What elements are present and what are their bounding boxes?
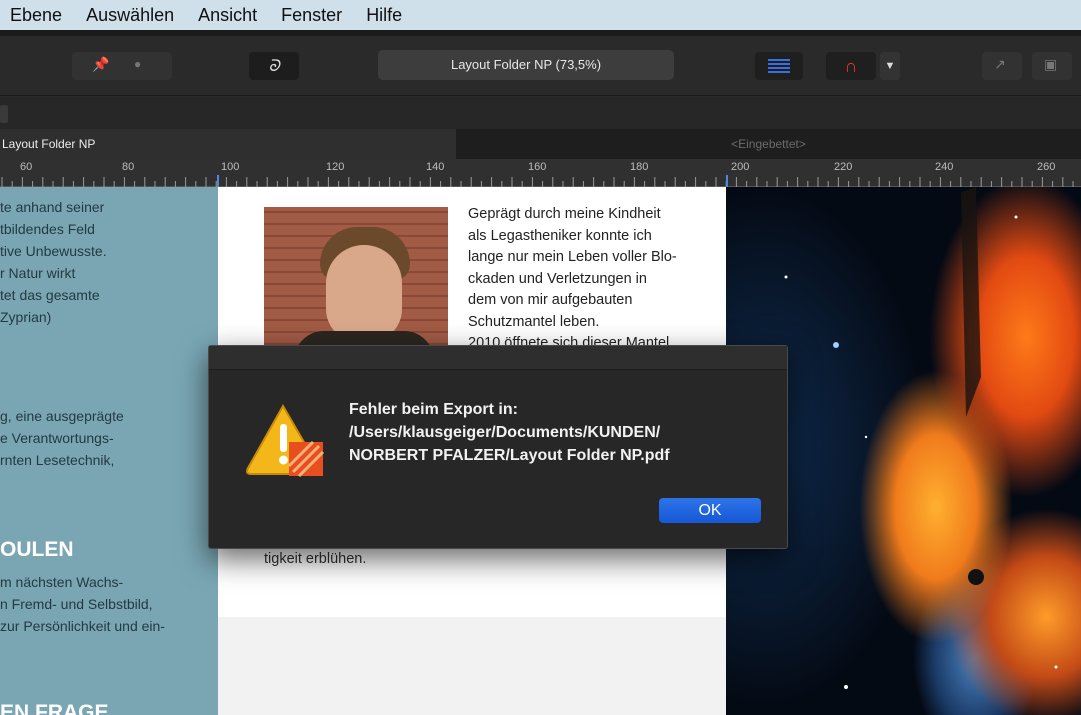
app-window: Ebene Auswählen Ansicht Fenster Hilfe 📌 … [0,0,1081,715]
menu-ansicht[interactable]: Ansicht [198,5,257,26]
text-line: g, eine ausgeprägte [0,408,124,424]
dialog-message: Fehler beim Export in: /Users/klausgeige… [349,398,769,467]
ruler-ticks [1,175,1074,187]
text-line: Zyprian) [0,309,52,325]
ruler-label: 180 [630,161,649,173]
magnet-icon[interactable]: ∩ [826,52,876,80]
dropdown-icon[interactable]: ▼ [880,52,900,80]
document-title: Layout Folder NP (73,5%) [378,50,674,80]
menu-fenster[interactable]: Fenster [281,5,342,26]
ruler-label: 220 [834,161,853,173]
ruler-label: 140 [426,161,445,173]
text-line: e Verantwortungs- [0,430,114,446]
ruler-label: 200 [731,161,750,173]
text-line: tet das gesamte [0,287,100,303]
ruler-label: 260 [1037,161,1056,173]
portrait-photo [264,207,448,367]
ruler-label: 240 [935,161,954,173]
menu-hilfe[interactable]: Hilfe [366,5,402,26]
toolbar: 📌 ● ᘐ Layout Folder NP (73,5%) ∩ ▼ ↗ ▣ [0,36,1081,96]
middle-bottom-line: tigkeit erblühen. [264,551,367,567]
horizontal-ruler[interactable]: 60 80 100 120 140 160 180 200 220 240 26… [0,159,1081,187]
left-heading-2: EN FRAGE [0,701,109,715]
ruler-label: 100 [221,161,240,173]
left-text-block-3: m nächsten Wachs- n Fremd- und Selbstbil… [0,571,165,637]
text-line: Schutzmantel leben. [468,313,600,330]
dialog-titlebar[interactable] [209,346,787,370]
text-line: lange nur mein Leben voller Blo- [468,249,677,265]
warning-icon [246,403,325,478]
text-line: als Legastheniker konnte ich [468,227,652,244]
dialog-message-line: NORBERT PFALZER/Layout Folder NP.pdf [349,447,670,464]
ruler-label: 120 [326,161,345,173]
frame-icon[interactable]: ▣ [1032,52,1072,80]
export-error-dialog: Fehler beim Export in: /Users/klausgeige… [208,345,788,549]
middle-text-block: Geprägt durch meine Kindheit als Legasth… [468,204,677,355]
context-toolbar-handle[interactable] [0,105,8,123]
text-line: zur Persönlichkeit und ein- [0,618,165,634]
lines-icon[interactable] [755,52,803,80]
text-line: dem von mir aufgebauten [468,292,633,308]
menu-auswaehlen[interactable]: Auswählen [86,5,174,26]
dialog-message-line: /Users/klausgeiger/Documents/KUNDEN/ [349,424,661,441]
left-text-block-1: te anhand seiner tbildendes Feld tive Un… [0,196,107,328]
middle-page-lower [218,617,726,715]
tab-layout-folder-np[interactable]: Layout Folder NP [0,129,456,159]
text-line: Geprägt durch meine Kindheit [468,206,661,222]
text-line: ckaden und Verletzungen in [468,270,647,287]
text-line: r Natur wirkt [0,265,76,281]
dot-icon[interactable]: ● [134,57,141,71]
ruler-label: 160 [528,161,547,173]
text-line: tbildendes Feld [0,221,95,237]
context-toolbar [0,97,1081,129]
text-line: rnten Lesetechnik, [0,452,115,468]
document-tab-bar: Layout Folder NP <Eingebettet> [0,129,1081,159]
text-line: n Fremd- und Selbstbild, [0,596,153,612]
left-page-panel: te anhand seiner tbildendes Feld tive Un… [0,187,218,715]
export-icon[interactable]: ↗ [982,52,1022,80]
tab-eingebettet[interactable]: <Eingebettet> [456,129,1081,159]
portrait-face [326,245,402,343]
left-text-block-2: g, eine ausgeprägte e Verantwortungs- rn… [0,405,124,471]
text-line: te anhand seiner [0,199,105,215]
menu-ebene[interactable]: Ebene [10,5,62,26]
ok-button[interactable]: OK [659,498,761,523]
ruler-label: 80 [122,161,135,173]
export-glyph-icon: ↗ [994,56,1006,72]
frame-glyph-icon: ▣ [1044,56,1058,72]
text-line: m nächsten Wachs- [0,574,124,590]
menu-bar: Ebene Auswählen Ansicht Fenster Hilfe [0,0,1081,30]
text-line: tive Unbewusste. [0,243,107,259]
dialog-message-line: Fehler beim Export in: [349,401,518,418]
toolbar-group-left: 📌 ● [72,52,172,80]
ruler-label: 60 [20,161,33,173]
left-heading-1: OULEN [0,538,74,561]
pin-icon[interactable]: 📌 [92,56,109,73]
cursive-tool-icon[interactable]: ᘐ [249,52,299,80]
